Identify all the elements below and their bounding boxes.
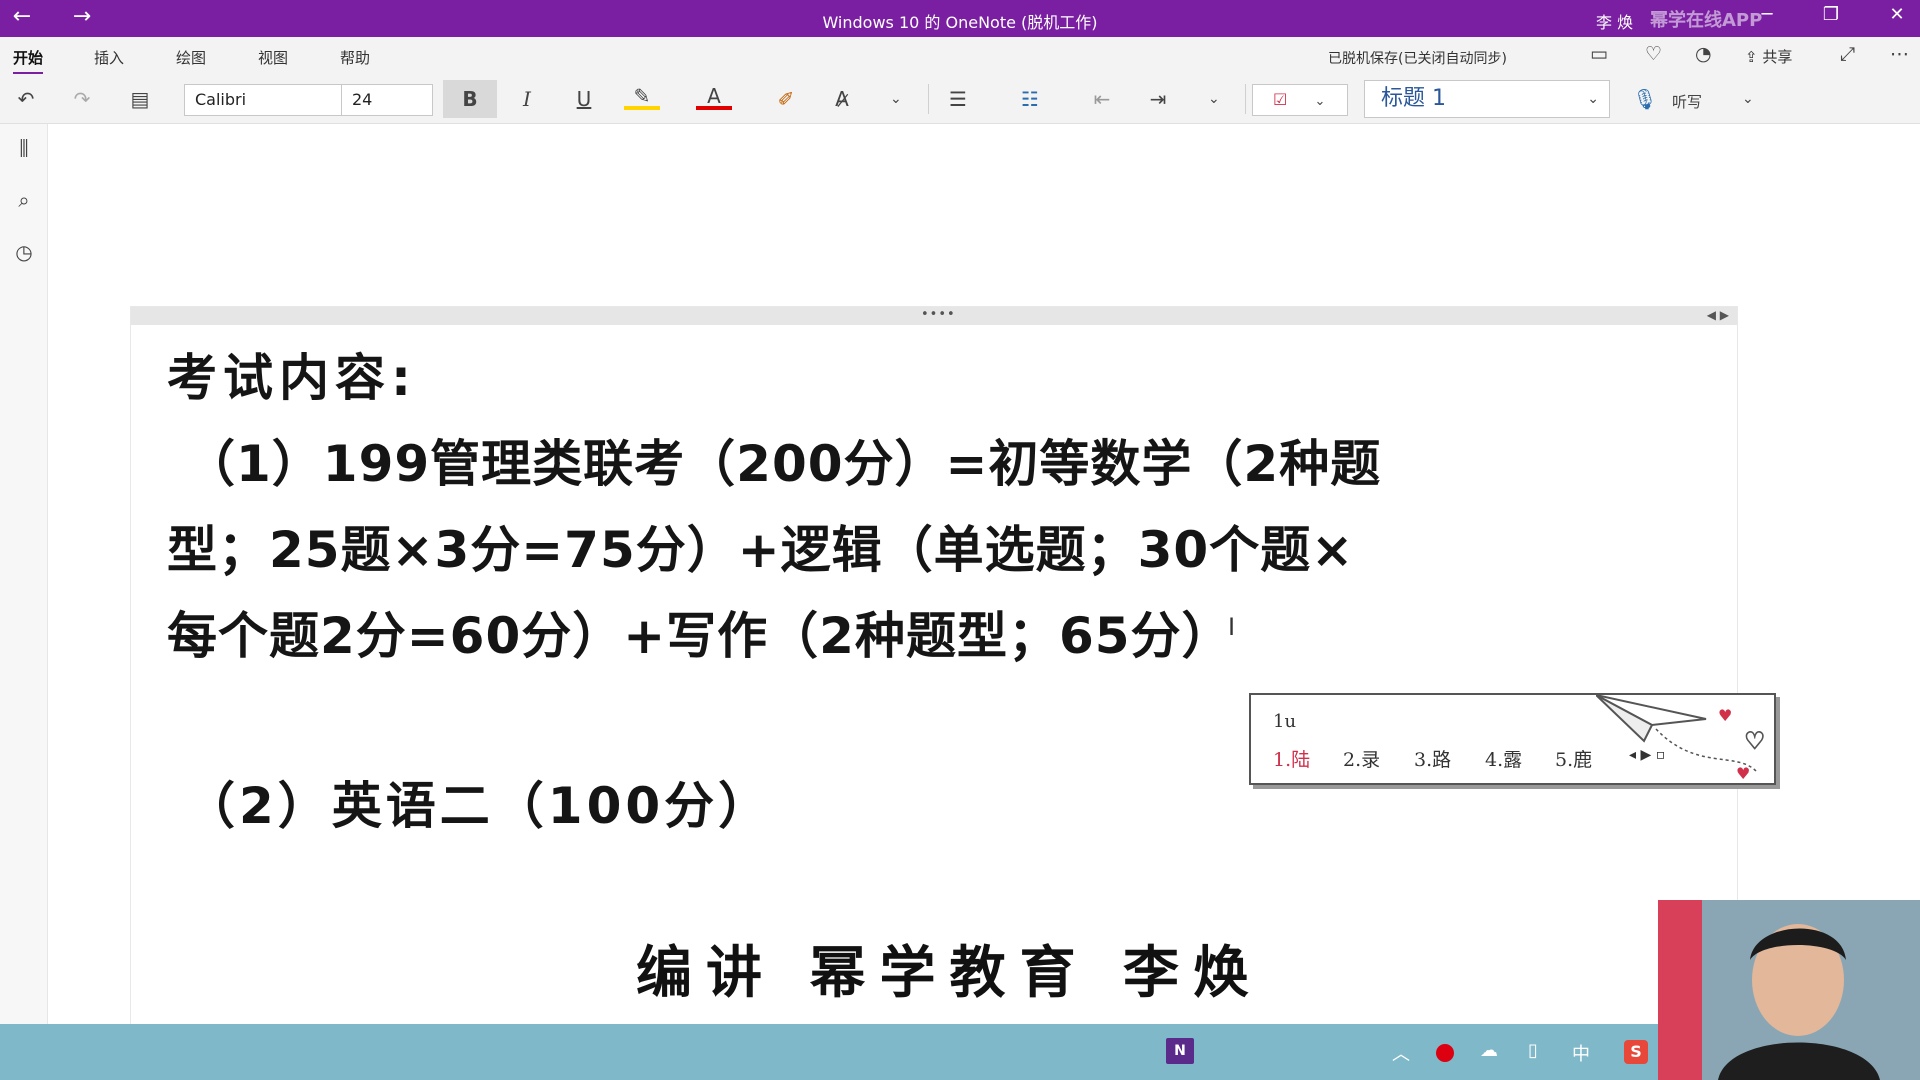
tab-home[interactable]: 开始	[13, 47, 44, 75]
container-handle[interactable]: •••• ◀ ▶	[131, 307, 1737, 325]
restore-icon[interactable]: ❐	[1808, 4, 1854, 25]
tray-chevron-icon[interactable]: ︿	[1392, 1040, 1410, 1066]
undo-icon[interactable]: ↶	[8, 84, 44, 114]
lecture-caption: 编讲 幂学教育 李焕	[636, 941, 1263, 1006]
more-icon[interactable]: ⋯	[1890, 43, 1909, 65]
style-dropdown[interactable]: 标题 1 ⌄	[1364, 80, 1610, 118]
ime-composition-text: 1u	[1273, 711, 1297, 732]
note-line[interactable]: （1）199管理类联考（200分）=初等数学（2种题	[185, 424, 1381, 496]
webcam-overlay	[1658, 900, 1920, 1080]
svg-text:♥: ♥	[1736, 764, 1750, 781]
title-bar: ← → Windows 10 的 OneNote (脱机工作) 李 焕 幂学在线…	[0, 0, 1920, 37]
decrease-indent-icon[interactable]: ⇤	[1084, 84, 1120, 114]
font-size-input[interactable]: 24	[341, 84, 433, 116]
svg-text:♡: ♡	[1744, 727, 1766, 755]
ime-candidate[interactable]: 5.鹿	[1555, 745, 1592, 772]
underline-button[interactable]: U	[566, 84, 602, 114]
close-icon[interactable]: ✕	[1874, 4, 1920, 25]
paper-plane-decoration-icon: ♥ ♡ ♥	[1596, 694, 1766, 781]
search-icon[interactable]: ⌕	[10, 188, 38, 212]
dictate-label[interactable]: 听写	[1672, 91, 1702, 112]
record-icon[interactable]	[1436, 1044, 1454, 1062]
input-mode-indicator[interactable]: 中	[1572, 1040, 1590, 1066]
share-button[interactable]: ⇪ 共享	[1745, 46, 1792, 67]
bold-button[interactable]: B	[443, 80, 497, 118]
lightbulb-icon[interactable]: ♡	[1645, 43, 1662, 65]
tab-insert[interactable]: 插入	[94, 47, 124, 68]
tab-draw[interactable]: 绘图	[176, 47, 206, 68]
onenote-taskbar-icon[interactable]: N	[1166, 1038, 1194, 1064]
formatting-toolbar: ↶ ↷ ▤ Calibri 24 B I U ✎ A ✐ A̷ ⌄ ☰ ☷ ⇤ …	[0, 74, 1920, 124]
separator	[928, 84, 929, 114]
ime-candidate[interactable]: 1.陆	[1273, 745, 1310, 772]
taskbar: N ︿ ☁ ▯ 中 S	[0, 1024, 1920, 1080]
minimize-icon[interactable]: ─	[1744, 4, 1790, 25]
increase-indent-icon[interactable]: ⇥	[1140, 84, 1176, 114]
ime-candidate[interactable]: 4.露	[1485, 745, 1522, 772]
notebook-icon[interactable]: ▭	[1590, 43, 1608, 65]
ime-candidate[interactable]: 2.录	[1343, 745, 1380, 772]
bell-icon[interactable]: ◔	[1695, 43, 1712, 65]
ribbon-tabs: 开始 插入 绘图 视图 帮助 已脱机保存(已关闭自动同步) ▭ ♡ ◔ ⇪ 共享…	[0, 37, 1920, 75]
user-name[interactable]: 李 焕	[1596, 9, 1633, 33]
sogou-ime-icon[interactable]: S	[1624, 1040, 1648, 1064]
svg-text:♥: ♥	[1718, 706, 1732, 725]
presenter-video-image	[1658, 900, 1920, 1080]
text-cursor-icon: I	[1228, 613, 1236, 641]
font-color-icon[interactable]: A	[696, 84, 732, 110]
microphone-icon[interactable]: 🎙	[1627, 84, 1663, 114]
note-line[interactable]: （2）英语二（100分）	[185, 766, 772, 838]
numbered-list-icon[interactable]: ☷	[1012, 84, 1048, 114]
recent-clock-icon[interactable]: ◷	[10, 240, 38, 264]
share-label: 共享	[1762, 48, 1793, 66]
italic-button[interactable]: I	[509, 84, 545, 114]
fullscreen-icon[interactable]: ⤢	[1840, 43, 1855, 65]
tab-help[interactable]: 帮助	[340, 47, 370, 68]
drag-handle-icon[interactable]: ••••	[921, 307, 956, 322]
ime-candidate[interactable]: 3.路	[1414, 745, 1451, 772]
bullet-list-icon[interactable]: ☰	[940, 84, 976, 114]
format-painter-icon[interactable]: ✐	[768, 84, 804, 114]
notebooks-icon[interactable]: ⫼	[10, 136, 38, 160]
font-name-input[interactable]: Calibri	[184, 84, 342, 116]
clear-format-icon[interactable]: A̷	[824, 84, 860, 114]
clipboard-icon[interactable]: ▤	[122, 84, 158, 114]
left-navigation-rail: ⫼ ⌕ ◷	[0, 124, 48, 1024]
note-line[interactable]: 每个题2分=60分）+写作（2种题型；65分）	[167, 596, 1233, 668]
tag-dropdown[interactable]: ☑ ⌄	[1252, 84, 1348, 116]
separator	[1245, 84, 1246, 114]
dictate-chevron-icon[interactable]: ⌄	[1742, 91, 1754, 107]
volume-icon[interactable]: ▯	[1528, 1040, 1538, 1061]
resize-arrows-icon[interactable]: ◀ ▶	[1707, 308, 1729, 322]
style-label: 标题 1	[1381, 86, 1446, 111]
tab-view[interactable]: 视图	[258, 47, 288, 68]
note-heading[interactable]: 考试内容:	[167, 338, 417, 410]
highlight-icon[interactable]: ✎	[624, 84, 660, 110]
ime-candidate-window[interactable]: 1u 1.陆 2.录 3.路 4.露 5.鹿 ◂ ▶ ▫ ♥ ♡ ♥	[1249, 693, 1776, 785]
sync-status: 已脱机保存(已关闭自动同步)	[1328, 51, 1507, 67]
redo-icon[interactable]: ↷	[64, 84, 100, 114]
paragraph-chevron-icon[interactable]: ⌄	[1208, 91, 1220, 107]
note-line[interactable]: 型；25题×3分=75分）+逻辑（单选题；30个题×	[167, 510, 1354, 582]
network-icon[interactable]: ☁	[1480, 1040, 1498, 1061]
more-format-chevron-icon[interactable]: ⌄	[890, 91, 902, 107]
